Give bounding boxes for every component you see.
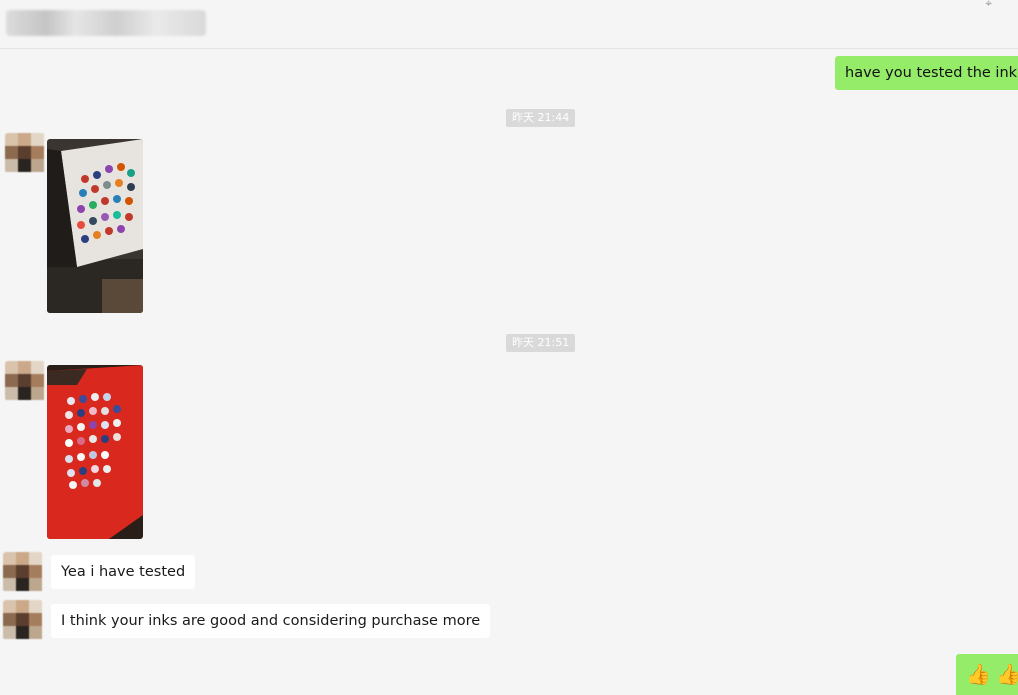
- thumbs-up-icon: 👍: [996, 662, 1018, 686]
- contact-avatar[interactable]: [3, 552, 43, 592]
- chat-window: ⌖ have you tested the ink ?> 昨天 21:44: [0, 0, 1018, 695]
- incoming-message-bubble[interactable]: Yea i have tested: [51, 555, 196, 589]
- outgoing-message-bubble[interactable]: have you tested the ink ?>: [835, 56, 1018, 90]
- contact-avatar[interactable]: [3, 600, 43, 640]
- contact-avatar[interactable]: [5, 133, 45, 173]
- pin-icon[interactable]: ⌖: [985, 0, 992, 11]
- thumbs-up-icon: 👍: [966, 662, 991, 686]
- incoming-message-bubble[interactable]: I think your inks are good and consideri…: [51, 604, 491, 638]
- contact-avatar[interactable]: [5, 361, 45, 401]
- contact-name-blurred[interactable]: [6, 10, 206, 36]
- chat-header: ⌖: [0, 0, 1018, 49]
- timestamp-tag: 昨天 21:44: [506, 109, 576, 127]
- outgoing-emoji-bubble[interactable]: 👍 👍: [956, 654, 1018, 695]
- image-message-stickers-white[interactable]: [47, 139, 143, 313]
- timestamp-tag: 昨天 21:51: [506, 334, 576, 352]
- image-message-stickers-red[interactable]: [47, 365, 143, 539]
